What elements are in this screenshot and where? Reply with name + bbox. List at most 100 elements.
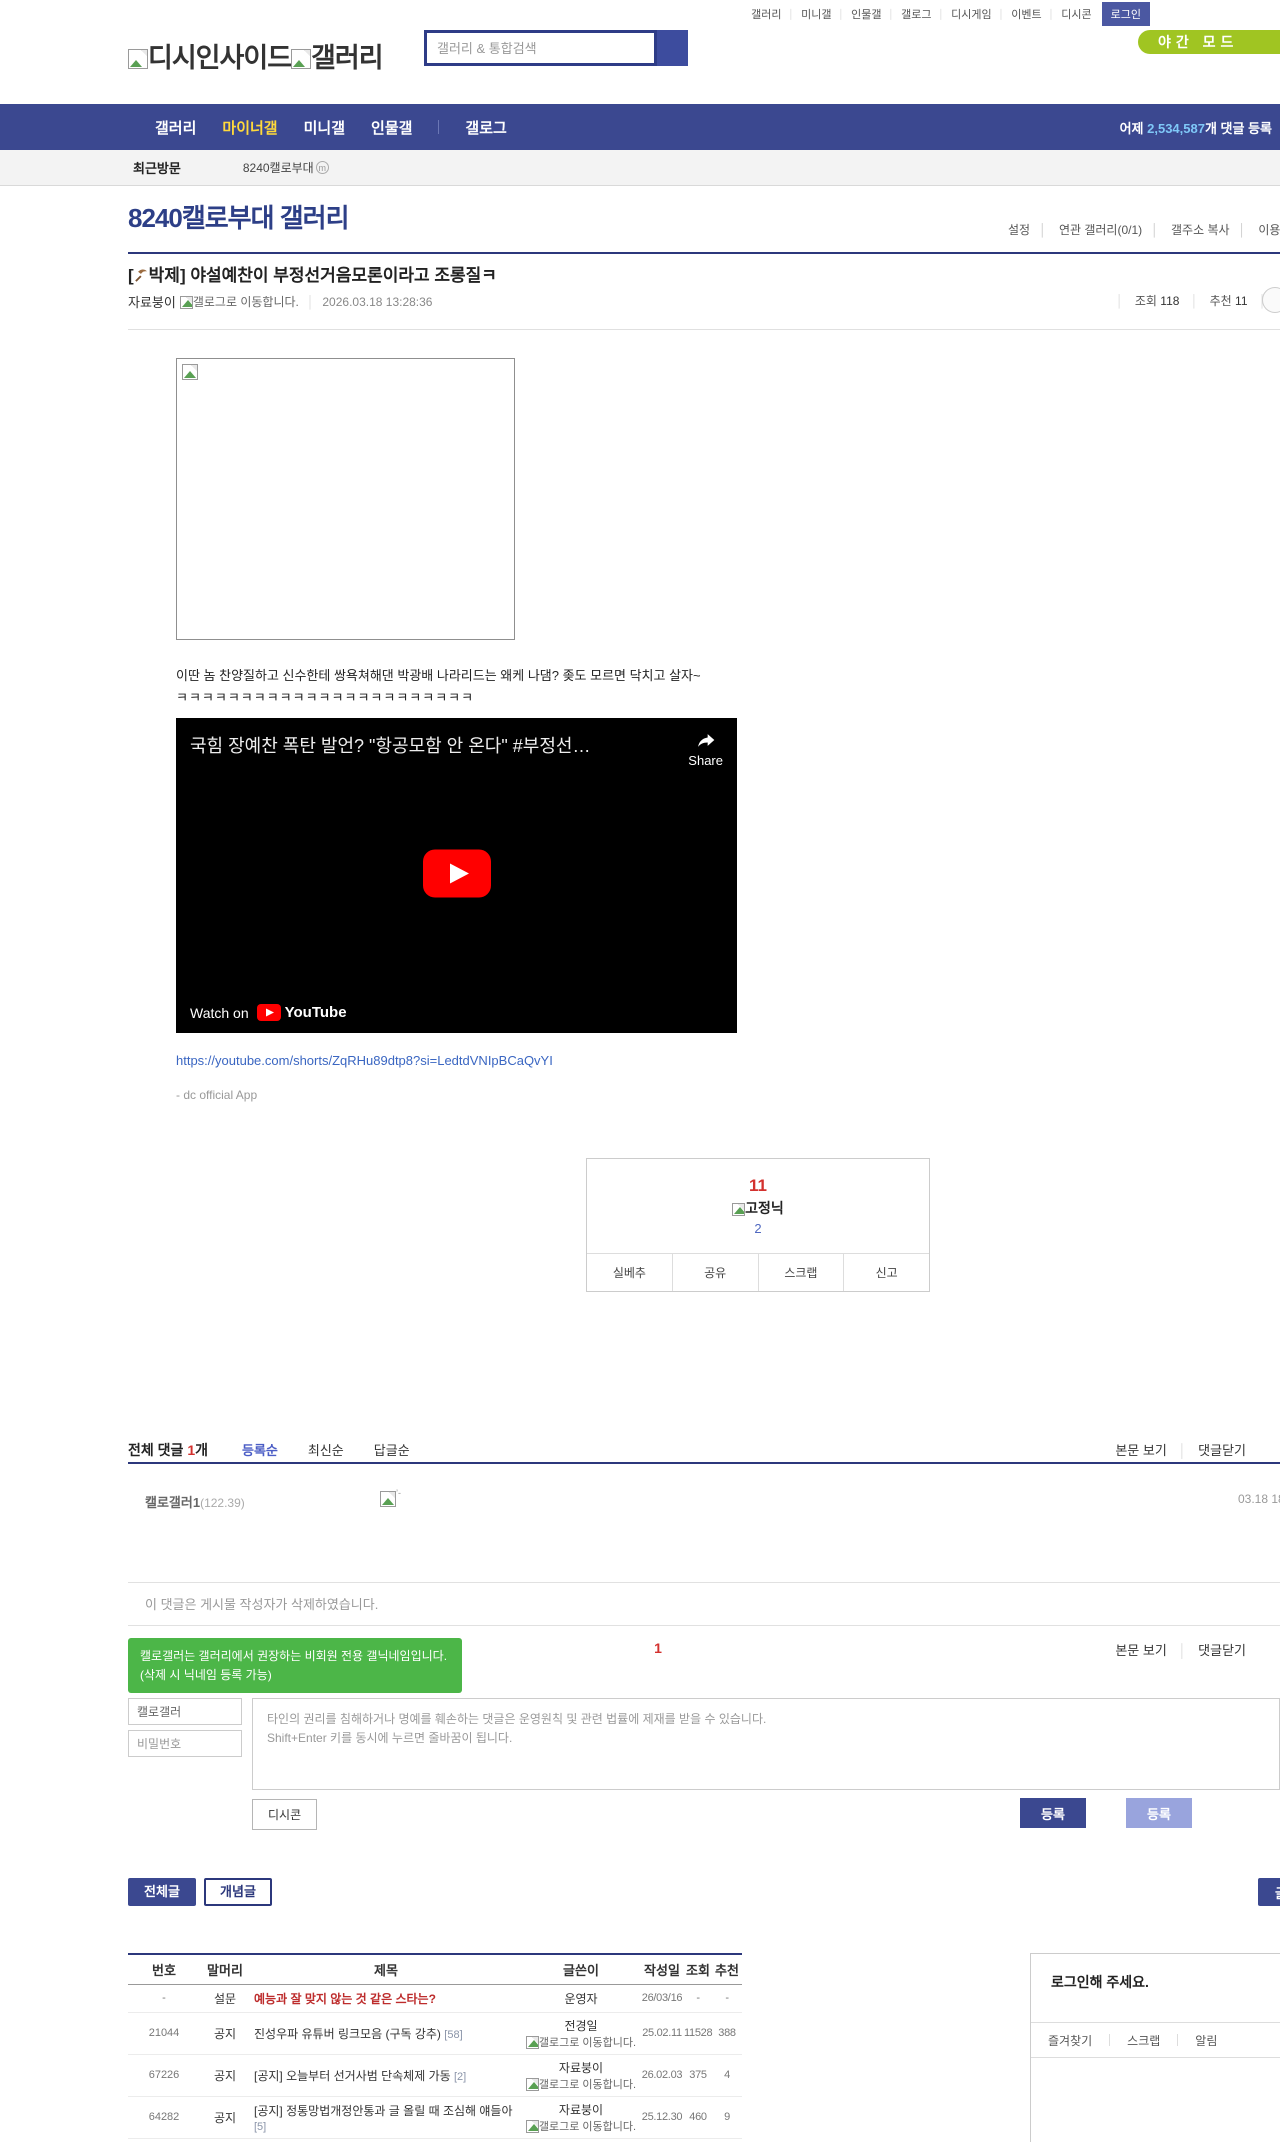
sort-reply-tab[interactable]: 답글순: [374, 1440, 410, 1459]
minor-gallery-badge: m: [315, 161, 329, 174]
site-logo[interactable]: 디시인사이드 갤러리: [128, 36, 384, 75]
post-meta: 자료붕이 갤로그로 이동합니다. │ 2026.03.18 13:28:36: [128, 292, 432, 311]
gallog-link[interactable]: 갤로그로 이동합니다.: [522, 2034, 640, 2050]
top-link-event[interactable]: 이벤트: [1011, 6, 1041, 22]
post-number: 67226: [128, 2054, 200, 2097]
broken-image-icon: [732, 1203, 746, 1216]
post-author[interactable]: 운영자: [564, 1992, 597, 2006]
comment-textarea[interactable]: 타인의 권리를 침해하거나 명예를 훼손하는 댓글은 운영원칙 및 관련 법률에…: [252, 1698, 1280, 1790]
broken-post-image[interactable]: [176, 358, 515, 640]
nav-mini-gallery[interactable]: 미니갤: [304, 117, 345, 138]
post-author[interactable]: 전경일: [522, 2017, 640, 2034]
comment-submit-secondary-button[interactable]: 등록: [1126, 1798, 1192, 1828]
comment-sort-tabs: 등록순 최신순 답글순: [242, 1440, 410, 1459]
usage-guide-link[interactable]: 이용안내: [1258, 223, 1280, 237]
reply-count: [2]: [454, 2070, 467, 2083]
post-title-link[interactable]: [공지] 정통망법개정안통과 글 올릴 때 조심해 얘들아 [5]: [254, 2104, 513, 2133]
broken-image-icon: [525, 2077, 539, 2091]
gallery-title[interactable]: 8240캘로부대 갤러리: [128, 198, 350, 235]
comment-author-name: 캘로갤러1: [145, 1495, 201, 1510]
broken-image-icon: [128, 49, 148, 69]
views-count: 118: [1160, 294, 1180, 308]
password-input[interactable]: [128, 1730, 242, 1757]
nav-gallery[interactable]: 갤러리: [155, 117, 196, 138]
youtube-play-button[interactable]: [422, 849, 491, 902]
report-button[interactable]: 신고: [843, 1254, 929, 1291]
nav-person-gallery[interactable]: 인물갤: [371, 117, 412, 138]
sort-newest-tab[interactable]: 최신순: [308, 1440, 344, 1459]
comment-author-ip: (122.39): [200, 1496, 245, 1510]
post-author[interactable]: 자료붕이: [522, 2101, 640, 2118]
nav-gallog[interactable]: 갤로그: [465, 117, 506, 138]
view-post-link[interactable]: 본문 보기: [1115, 1643, 1166, 1658]
nav-minor-gallery[interactable]: 마이너갤: [222, 117, 277, 138]
youtube-share-button[interactable]: Share: [688, 730, 723, 768]
post-title-text: [공지] 정통망법개정안통과 글 올릴 때 조심해 얘들아: [254, 2103, 513, 2118]
post-action-row: 실베추 공유 스크랩 신고: [587, 1253, 929, 1291]
post-tool-button[interactable]: [1262, 287, 1280, 313]
comment-time: 03.18 18:28: [1238, 1492, 1280, 1506]
post-stats: │ 조회 118 │ 추천 11 │: [1108, 292, 1274, 309]
post-date: 25.12.30: [640, 2096, 684, 2139]
scrap-tab[interactable]: 스크랩: [1110, 2032, 1177, 2049]
best-posts-tab[interactable]: 개념글: [204, 1878, 272, 1906]
global-nav-items: 갤러리 마이너갤 미니갤 인물갤 갤로그: [155, 117, 507, 138]
scrap-button[interactable]: 스크랩: [757, 1254, 844, 1291]
play-icon: [422, 849, 491, 897]
post-head: 공지: [200, 2096, 250, 2139]
divider: [128, 329, 1280, 330]
top-link-gallery[interactable]: 갤러리: [751, 6, 781, 22]
login-button[interactable]: 로그인: [1101, 2, 1150, 26]
all-posts-tab[interactable]: 전체글: [128, 1878, 196, 1906]
recent-visited-gallery[interactable]: 8240캘로부대 m: [243, 159, 329, 176]
realtime-best-button[interactable]: 실베추: [587, 1254, 672, 1291]
post-text-line: ㅋㅋㅋㅋㅋㅋㅋㅋㅋㅋㅋㅋㅋㅋㅋㅋㅋㅋㅋㅋㅋㅋㅋ: [176, 690, 475, 705]
top-link-gallog[interactable]: 갤로그: [901, 6, 931, 22]
gallog-link[interactable]: 갤로그로 이동합니다.: [522, 2076, 640, 2092]
nickname-input[interactable]: [128, 1698, 242, 1725]
top-link-dccon[interactable]: 디시콘: [1061, 6, 1091, 22]
youtube-embed[interactable]: 국힘 장예찬 폭탄 발언? "항공모함 안 온다" #부정선… Share Wa…: [176, 718, 737, 1033]
comment-credentials: [128, 1698, 242, 1790]
post-title-link[interactable]: 진성우파 유튜버 링크모음 (구독 강추) [58]: [254, 2027, 463, 2041]
post-title-link[interactable]: [공지] 오늘부터 선거사범 단속체제 가동 [2]: [254, 2069, 466, 2083]
copy-gallery-url-link[interactable]: 갤주소 복사: [1171, 223, 1230, 237]
close-comments-link[interactable]: 댓글닫기: [1198, 1443, 1246, 1458]
pickaxe-icon: [134, 269, 147, 282]
fixed-nick-vote[interactable]: 고정닉: [587, 1198, 929, 1218]
top-link-minigal[interactable]: 미니갤: [801, 6, 831, 22]
youtube-shorts-link[interactable]: https://youtube.com/shorts/ZqRHu89dtp8?s…: [176, 1053, 553, 1068]
post-author[interactable]: 자료붕이: [522, 2059, 640, 2076]
fixed-nick-label: 고정닉: [745, 1200, 784, 1216]
gallog-link[interactable]: 갤로그로 이동합니다.: [179, 293, 299, 310]
write-post-button[interactable]: 글쓰기: [1258, 1878, 1280, 1906]
post-title-link[interactable]: 예능과 잘 맞지 않는 것 같은 스타는?: [254, 1992, 436, 2006]
view-post-link[interactable]: 본문 보기: [1115, 1443, 1166, 1458]
sort-registered-tab[interactable]: 등록순: [242, 1440, 278, 1459]
col-date: 작성일: [640, 1954, 684, 1985]
post-author[interactable]: 자료붕이: [128, 292, 176, 311]
gallog-link[interactable]: 갤로그로 이동합니다.: [522, 2118, 640, 2134]
close-comments-link[interactable]: 댓글닫기: [1198, 1643, 1246, 1658]
top-link-dcgame[interactable]: 디시게임: [951, 6, 991, 22]
comment-view-links: 본문 보기 │ 댓글닫기: [1115, 1440, 1246, 1459]
post-number: -: [128, 1984, 200, 2013]
vote-counts: 11 고정닉 2: [587, 1159, 929, 1253]
search-input[interactable]: [424, 30, 657, 66]
search-button[interactable]: [657, 30, 688, 66]
share-button[interactable]: 공유: [671, 1254, 758, 1291]
gallery-settings-link[interactable]: 설정: [1008, 223, 1030, 237]
favorites-tab[interactable]: 즐겨찾기: [1031, 2032, 1109, 2049]
divider: │: [1151, 223, 1159, 237]
gallog-link-text: 갤로그로 이동합니다.: [192, 295, 299, 309]
top-link-persongal[interactable]: 인물갤: [851, 6, 881, 22]
related-gallery-link[interactable]: 연관 갤러리(0/1): [1059, 223, 1142, 237]
watch-on-youtube-link[interactable]: Watch on YouTube: [190, 1004, 347, 1021]
dccon-button[interactable]: 디시콘: [252, 1799, 318, 1830]
post-title-text: 진성우파 유튜버 링크모음 (구독 강추): [254, 2026, 441, 2041]
notification-tab[interactable]: 알림: [1178, 2032, 1234, 2049]
comment-submit-button[interactable]: 등록: [1020, 1798, 1086, 1828]
share-arrow-icon: [697, 734, 714, 747]
comment-author[interactable]: 캘로갤러1(122.39): [145, 1492, 245, 1511]
youtube-video-title[interactable]: 국힘 장예찬 폭탄 발언? "항공모함 안 온다" #부정선…: [190, 732, 590, 758]
